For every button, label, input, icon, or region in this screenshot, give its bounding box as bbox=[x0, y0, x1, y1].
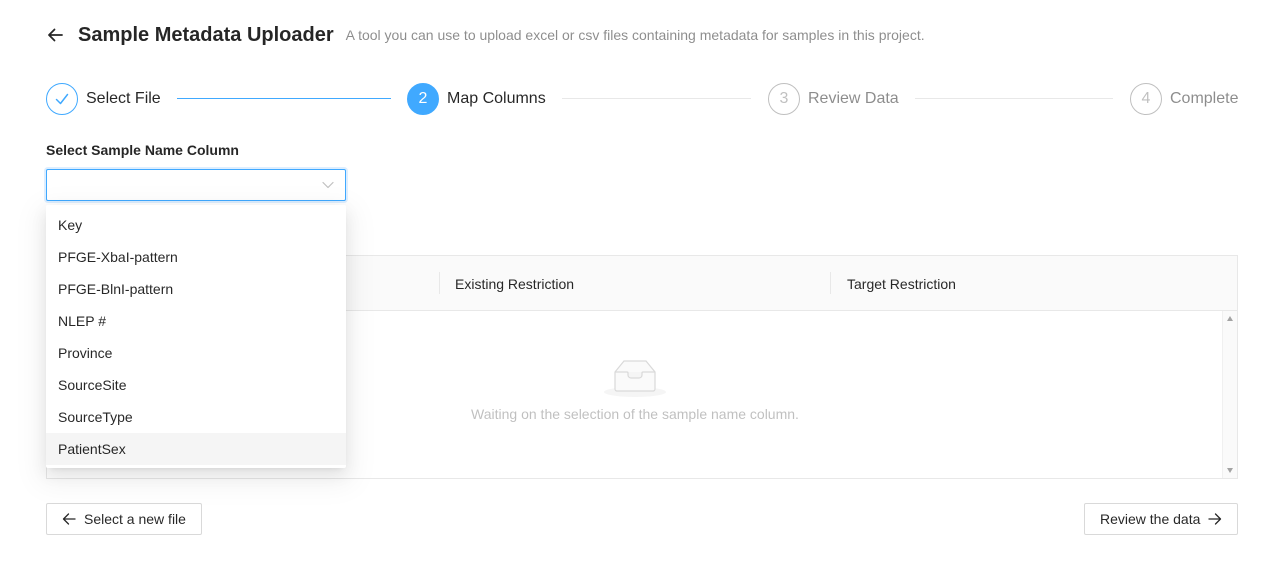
dropdown-option[interactable]: PatientSex bbox=[46, 433, 346, 465]
step-number: 2 bbox=[407, 83, 439, 115]
arrow-right-icon bbox=[1208, 513, 1222, 525]
step-number: 4 bbox=[1130, 83, 1162, 115]
step-connector bbox=[177, 98, 391, 99]
column-divider bbox=[830, 272, 831, 294]
step-number: 3 bbox=[768, 83, 800, 115]
empty-state-text: Waiting on the selection of the sample n… bbox=[471, 406, 799, 422]
step-title: Select File bbox=[86, 90, 161, 107]
step-finished-icon bbox=[46, 83, 78, 115]
chevron-down-icon bbox=[322, 181, 334, 189]
sample-column-select[interactable] bbox=[46, 169, 346, 201]
arrow-left-icon bbox=[48, 28, 63, 42]
page-title: Sample Metadata Uploader bbox=[78, 23, 334, 46]
step-review-data: 3 Review Data bbox=[768, 82, 899, 116]
page-header: Sample Metadata Uploader A tool you can … bbox=[46, 22, 925, 48]
dropdown-option[interactable]: Province bbox=[46, 337, 346, 369]
steps-progress: Select File 2 Map Columns 3 Review Data … bbox=[46, 82, 1238, 116]
step-map-columns: 2 Map Columns bbox=[407, 82, 546, 116]
sample-column-label: Select Sample Name Column bbox=[46, 142, 239, 158]
review-data-label: Review the data bbox=[1100, 511, 1201, 527]
dropdown-option[interactable]: SourceSite bbox=[46, 369, 346, 401]
step-select-file: Select File bbox=[46, 82, 161, 116]
dropdown-option[interactable]: Key bbox=[46, 209, 346, 241]
review-data-button[interactable]: Review the data bbox=[1084, 503, 1238, 535]
dropdown-option[interactable]: NLEP # bbox=[46, 305, 346, 337]
column-header-target-restriction: Target Restriction bbox=[847, 275, 956, 292]
column-divider bbox=[439, 272, 440, 294]
dropdown-option[interactable]: SourceType bbox=[46, 401, 346, 433]
inbox-icon bbox=[604, 360, 666, 397]
dropdown-option[interactable]: PFGE-BlnI-pattern bbox=[46, 273, 346, 305]
select-new-file-label: Select a new file bbox=[84, 511, 186, 527]
scroll-up-arrow-icon[interactable] bbox=[1227, 316, 1233, 321]
back-button[interactable] bbox=[46, 26, 64, 44]
check-icon bbox=[55, 93, 69, 105]
page-subtitle: A tool you can use to upload excel or cs… bbox=[345, 27, 925, 43]
arrow-left-icon bbox=[62, 513, 76, 525]
scroll-down-arrow-icon[interactable] bbox=[1227, 468, 1233, 473]
step-complete: 4 Complete bbox=[1130, 82, 1238, 116]
step-connector bbox=[915, 98, 1113, 99]
dropdown-option[interactable]: PFGE-XbaI-pattern bbox=[46, 241, 346, 273]
step-connector bbox=[562, 98, 751, 99]
step-title: Map Columns bbox=[447, 90, 546, 107]
step-title: Complete bbox=[1170, 90, 1239, 107]
table-scrollbar[interactable] bbox=[1222, 311, 1237, 478]
sample-column-dropdown: Key PFGE-XbaI-pattern PFGE-BlnI-pattern … bbox=[46, 205, 346, 468]
step-title: Review Data bbox=[808, 90, 899, 107]
select-new-file-button[interactable]: Select a new file bbox=[46, 503, 202, 535]
column-header-existing-restriction: Existing Restriction bbox=[455, 275, 575, 292]
